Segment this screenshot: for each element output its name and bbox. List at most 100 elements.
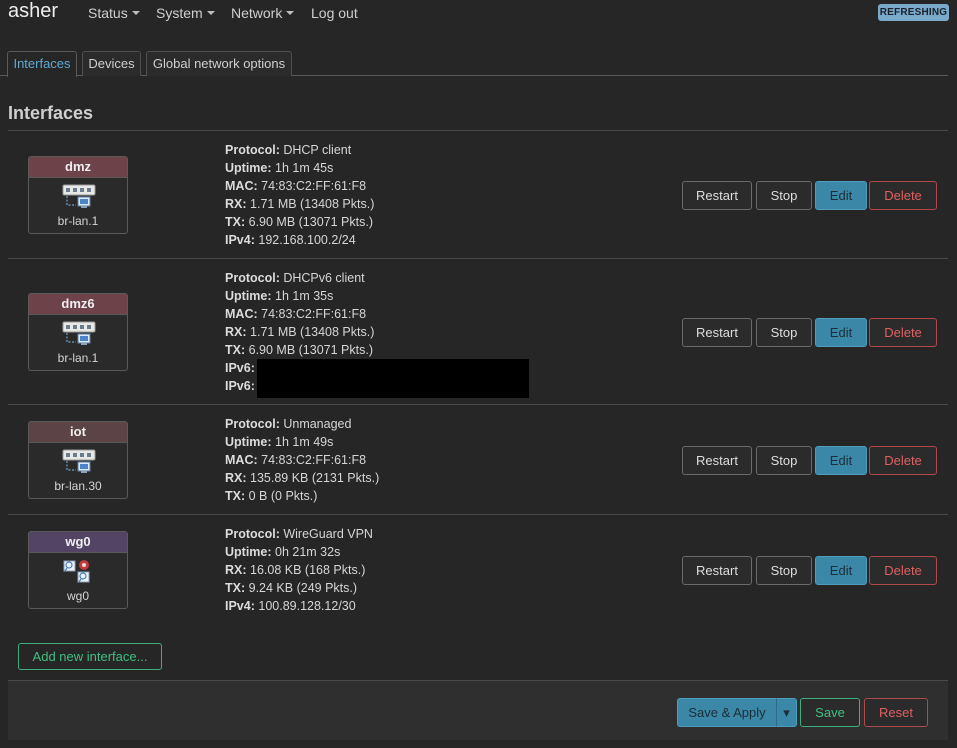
restart-button[interactable]: Restart	[682, 446, 752, 475]
stop-button[interactable]: Stop	[756, 318, 812, 347]
chevron-down-icon	[131, 11, 140, 15]
edit-button[interactable]: Edit	[815, 446, 867, 475]
detail-key: RX:	[225, 197, 247, 211]
divider	[8, 404, 948, 405]
ethernet-bridge-icon	[62, 321, 96, 347]
menu-system-label: System	[156, 5, 203, 21]
divider	[8, 130, 948, 131]
tab-devices[interactable]: Devices	[82, 51, 141, 76]
detail-key: RX:	[225, 471, 247, 485]
interface-name: iot	[29, 422, 127, 443]
add-new-interface-button[interactable]: Add new interface...	[18, 643, 162, 670]
menu-status-label: Status	[88, 5, 128, 21]
detail-value: 135.89 KB (2131 Pkts.)	[250, 471, 380, 485]
detail-key: TX:	[225, 215, 246, 229]
detail-row: MAC: 74:83:C2:FF:61:F8	[225, 305, 374, 323]
delete-button[interactable]: Delete	[869, 181, 937, 210]
restart-button[interactable]: Restart	[682, 556, 752, 585]
detail-value: 74:83:C2:FF:61:F8	[261, 453, 367, 467]
save-apply-button[interactable]: Save & Apply	[677, 698, 777, 727]
detail-row: MAC: 74:83:C2:FF:61:F8	[225, 451, 379, 469]
detail-row: TX: 0 B (0 Pkts.)	[225, 487, 379, 505]
detail-value: 0h 21m 32s	[275, 545, 341, 559]
detail-value: 6.90 MB (13071 Pkts.)	[248, 215, 373, 229]
detail-key: MAC:	[225, 179, 258, 193]
menu-system[interactable]: System	[156, 5, 215, 21]
detail-value: DHCP client	[283, 143, 352, 157]
detail-value: 1.71 MB (13408 Pkts.)	[250, 325, 375, 339]
detail-row: Uptime: 0h 21m 32s	[225, 543, 373, 561]
interface-badge-dmz[interactable]: dmz br-lan.1	[28, 156, 128, 234]
menu-logout[interactable]: Log out	[311, 5, 358, 21]
detail-value: 192.168.100.2/24	[258, 233, 356, 247]
detail-row: RX: 16.08 KB (168 Pkts.)	[225, 561, 373, 579]
restart-button[interactable]: Restart	[682, 318, 752, 347]
detail-row: IPv4: 100.89.128.12/30	[225, 597, 373, 615]
reset-button[interactable]: Reset	[864, 698, 928, 727]
tab-global-network-options[interactable]: Global network options	[146, 51, 292, 76]
detail-value: 16.08 KB (168 Pkts.)	[250, 563, 366, 577]
detail-row: Protocol: DHCP client	[225, 141, 374, 159]
detail-key: Protocol:	[225, 143, 280, 157]
detail-row: TX: 9.24 KB (249 Pkts.)	[225, 579, 373, 597]
tabs-divider	[0, 75, 948, 76]
ethernet-bridge-icon	[62, 449, 96, 475]
detail-key: Uptime:	[225, 161, 272, 175]
edit-button[interactable]: Edit	[815, 181, 867, 210]
detail-value: 0 B (0 Pkts.)	[248, 489, 318, 503]
detail-key: Protocol:	[225, 271, 280, 285]
detail-key: Uptime:	[225, 545, 272, 559]
tab-interfaces[interactable]: Interfaces	[7, 51, 77, 77]
save-button[interactable]: Save	[800, 698, 860, 727]
detail-row: TX: 6.90 MB (13071 Pkts.)	[225, 213, 374, 231]
interface-badge-dmz6[interactable]: dmz6 br-lan.1	[28, 293, 128, 371]
detail-value: 74:83:C2:FF:61:F8	[261, 179, 367, 193]
detail-key: Uptime:	[225, 289, 272, 303]
interface-details-dmz: Protocol: DHCP client Uptime: 1h 1m 45s …	[225, 141, 374, 249]
interface-name: wg0	[29, 532, 127, 553]
interface-badge-iot[interactable]: iot br-lan.30	[28, 421, 128, 499]
app-title[interactable]: asher	[8, 0, 58, 23]
menu-logout-label: Log out	[311, 5, 358, 21]
interface-device: br-lan.1	[57, 351, 99, 365]
detail-value: 100.89.128.12/30	[258, 599, 356, 613]
delete-button[interactable]: Delete	[869, 318, 937, 347]
edit-button[interactable]: Edit	[815, 556, 867, 585]
detail-key: IPv6:	[225, 379, 255, 393]
detail-value: 1h 1m 49s	[275, 435, 334, 449]
detail-value: 9.24 KB (249 Pkts.)	[248, 581, 358, 595]
detail-row: Uptime: 1h 1m 35s	[225, 287, 374, 305]
menu-status[interactable]: Status	[88, 5, 140, 21]
page-title: Interfaces	[8, 103, 94, 123]
detail-row: MAC: 74:83:C2:FF:61:F8	[225, 177, 374, 195]
detail-key: IPv4:	[225, 233, 255, 247]
detail-key: TX:	[225, 581, 246, 595]
menu-network[interactable]: Network	[231, 5, 295, 21]
detail-key: Uptime:	[225, 435, 272, 449]
stop-button[interactable]: Stop	[756, 556, 812, 585]
tunnel-icon	[62, 559, 96, 585]
ethernet-bridge-icon	[62, 184, 96, 210]
detail-key: MAC:	[225, 307, 258, 321]
detail-value: WireGuard VPN	[283, 527, 373, 541]
detail-value: 1.71 MB (13408 Pkts.)	[250, 197, 375, 211]
stop-button[interactable]: Stop	[756, 181, 812, 210]
detail-row: Uptime: 1h 1m 49s	[225, 433, 379, 451]
delete-button[interactable]: Delete	[869, 446, 937, 475]
detail-key: TX:	[225, 343, 246, 357]
restart-button[interactable]: Restart	[682, 181, 752, 210]
detail-key: RX:	[225, 563, 247, 577]
detail-value: Unmanaged	[283, 417, 352, 431]
detail-key: TX:	[225, 489, 246, 503]
edit-button[interactable]: Edit	[815, 318, 867, 347]
detail-key: IPv4:	[225, 599, 255, 613]
detail-row: RX: 1.71 MB (13408 Pkts.)	[225, 195, 374, 213]
interface-details-iot: Protocol: Unmanaged Uptime: 1h 1m 49s MA…	[225, 415, 379, 505]
divider	[8, 258, 948, 259]
refreshing-badge[interactable]: REFRESHING	[878, 4, 949, 21]
delete-button[interactable]: Delete	[869, 556, 937, 585]
detail-key: Protocol:	[225, 527, 280, 541]
interface-badge-wg0[interactable]: wg0 wg0	[28, 531, 128, 609]
save-apply-dropdown-button[interactable]: ▾	[776, 698, 797, 727]
stop-button[interactable]: Stop	[756, 446, 812, 475]
